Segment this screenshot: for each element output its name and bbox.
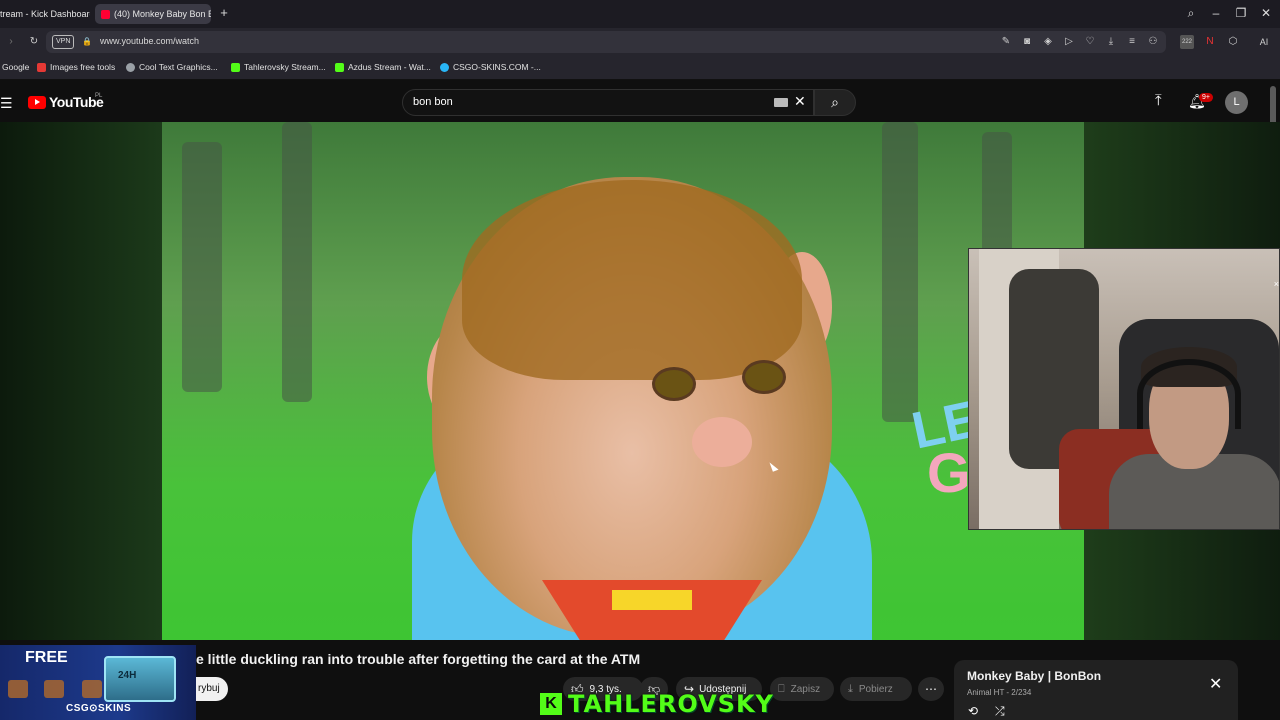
- maximize-button[interactable]: ❐: [1233, 5, 1249, 21]
- download-icon[interactable]: ⤓: [1104, 35, 1118, 49]
- shuffle-icon[interactable]: ⤮: [995, 704, 1005, 719]
- extension-badge[interactable]: 222: [1180, 35, 1194, 49]
- hamburger-menu-icon[interactable]: ☰: [0, 95, 13, 112]
- bookmark-label: Cool Text Graphics...: [139, 62, 218, 72]
- streamer-name-overlay: K TAHLEROVSKY: [540, 690, 774, 718]
- save-button[interactable]: ⎕ Zapisz: [770, 677, 834, 701]
- keyboard-icon[interactable]: [774, 98, 788, 107]
- youtube-favicon-icon: [101, 9, 110, 19]
- save-label: Zapisz: [790, 683, 821, 695]
- vpn-badge[interactable]: VPN: [52, 35, 75, 49]
- notifications-badge: 9+: [1199, 93, 1213, 102]
- minimize-button[interactable]: –: [1208, 5, 1224, 21]
- bookmark-icon: [126, 62, 135, 72]
- ad-crate-label: 24H: [118, 670, 137, 681]
- bookmark-google[interactable]: Google: [2, 62, 29, 72]
- close-icon: ×: [1273, 279, 1279, 289]
- headset-icon: [1137, 359, 1241, 429]
- forward-icon[interactable]: ›: [4, 35, 18, 49]
- lock-icon[interactable]: 🔒: [80, 35, 94, 49]
- playlist-subtitle[interactable]: Animal HT - 2/234: [967, 688, 1031, 697]
- bookmark-images-free-tools[interactable]: Images free tools: [37, 62, 115, 72]
- reload-icon[interactable]: ↻: [27, 35, 41, 49]
- play-icon[interactable]: ▷: [1062, 35, 1076, 49]
- country-code: PL: [95, 93, 103, 99]
- bookmark-label: Azdus Stream - Wat...: [348, 62, 431, 72]
- shield-icon[interactable]: ◈: [1041, 35, 1055, 49]
- bookmark-icon: ⎕: [778, 682, 785, 695]
- kick-logo-icon: K: [540, 693, 562, 715]
- ad-free-label: FREE: [25, 649, 68, 666]
- background-tree: [282, 122, 312, 402]
- tab-youtube-monkey-baby[interactable]: (40) Monkey Baby Bon Bo: [95, 4, 211, 24]
- bookmark-label: Images free tools: [50, 62, 116, 72]
- monkey-nose: [692, 417, 752, 467]
- close-playlist-icon[interactable]: ✕: [1209, 674, 1222, 694]
- search-query[interactable]: bon bon: [413, 96, 453, 108]
- clear-search-icon[interactable]: ✕: [794, 93, 806, 110]
- address-bar[interactable]: [46, 31, 1166, 53]
- youtube-play-icon: [28, 95, 46, 109]
- tab-label: tream - Kick Dashboard: [0, 9, 90, 19]
- download-label: Pobierz: [858, 683, 893, 695]
- bookmark-cool-text[interactable]: Cool Text Graphics...: [126, 62, 218, 72]
- monkey-crown: [462, 180, 802, 380]
- edit-icon[interactable]: ✎: [999, 35, 1013, 49]
- background-tree: [882, 122, 918, 422]
- video-title: e little duckling ran into trouble after…: [196, 651, 641, 667]
- ad-brand: CSG⊙SKINS: [66, 703, 132, 714]
- bookmark-icon: [440, 62, 449, 72]
- download-icon: ⤓: [848, 682, 853, 695]
- bookmark-tahlerovsky-stream[interactable]: Tahlerovsky Stream...: [231, 62, 326, 72]
- extension-n-icon[interactable]: N: [1203, 35, 1217, 49]
- tab-kick-dashboard[interactable]: tream - Kick Dashboard: [0, 4, 90, 24]
- kick-icon: [335, 62, 344, 72]
- monkey-eye-left: [652, 367, 696, 401]
- streamer-name: TAHLEROVSKY: [568, 690, 774, 718]
- bookmark-label: CSGO-SKINS.COM -...: [453, 62, 541, 72]
- playlist-title[interactable]: Monkey Baby | BonBon: [967, 669, 1101, 683]
- search-icon: ⌕: [831, 94, 839, 110]
- ambient-left: [0, 122, 162, 640]
- upload-icon[interactable]: ⤒: [1155, 92, 1162, 109]
- new-tab-button[interactable]: +: [216, 5, 232, 21]
- background-tree: [182, 142, 222, 392]
- search-input[interactable]: [402, 89, 814, 116]
- profile-icon[interactable]: ⚇: [1146, 35, 1160, 49]
- superman-logo: [542, 580, 762, 640]
- ad-coin: [82, 680, 102, 698]
- extension-cube-icon[interactable]: ⬡: [1226, 35, 1240, 49]
- ai-label: AI: [1259, 37, 1269, 47]
- video-player[interactable]: LET G: [162, 122, 1084, 640]
- heart-icon[interactable]: ♡: [1083, 35, 1097, 49]
- ai-button[interactable]: AI: [1249, 35, 1279, 49]
- ad-coin: [8, 680, 28, 698]
- avatar[interactable]: L: [1225, 91, 1248, 114]
- youtube-logo[interactable]: YouTube: [28, 94, 104, 110]
- url-text[interactable]: www.youtube.com/watch: [100, 36, 199, 46]
- more-actions-button[interactable]: ⋯: [918, 677, 944, 701]
- bookmark-label: Tahlerovsky Stream...: [244, 62, 326, 72]
- loop-icon[interactable]: ⟲: [968, 704, 978, 718]
- subscribe-button[interactable]: rybuj: [196, 677, 228, 701]
- monkey-eye-right: [742, 360, 786, 394]
- ad-coin: [44, 680, 64, 698]
- ad-crate-icon: [104, 656, 176, 702]
- download-button[interactable]: ⤓ Pobierz: [840, 677, 912, 701]
- bookmark-label: Google: [2, 62, 30, 72]
- kick-icon: [231, 62, 240, 72]
- bookmark-csgo-skins[interactable]: CSGO-SKINS.COM -...: [440, 62, 541, 72]
- bookmark-icon: [37, 62, 46, 72]
- tab-label: (40) Monkey Baby Bon Bo: [114, 9, 211, 19]
- close-window-button[interactable]: ✕: [1258, 5, 1274, 21]
- bookmark-azdus-stream[interactable]: Azdus Stream - Wat...: [335, 62, 431, 72]
- camera-icon[interactable]: ◙: [1020, 35, 1034, 49]
- streamer-webcam: ×: [968, 248, 1280, 530]
- search-button[interactable]: ⌕: [814, 89, 856, 116]
- browser-search-icon[interactable]: ⌕: [1183, 5, 1199, 21]
- menu-icon[interactable]: ≡: [1125, 35, 1139, 49]
- overlay-text-g: G: [927, 441, 971, 504]
